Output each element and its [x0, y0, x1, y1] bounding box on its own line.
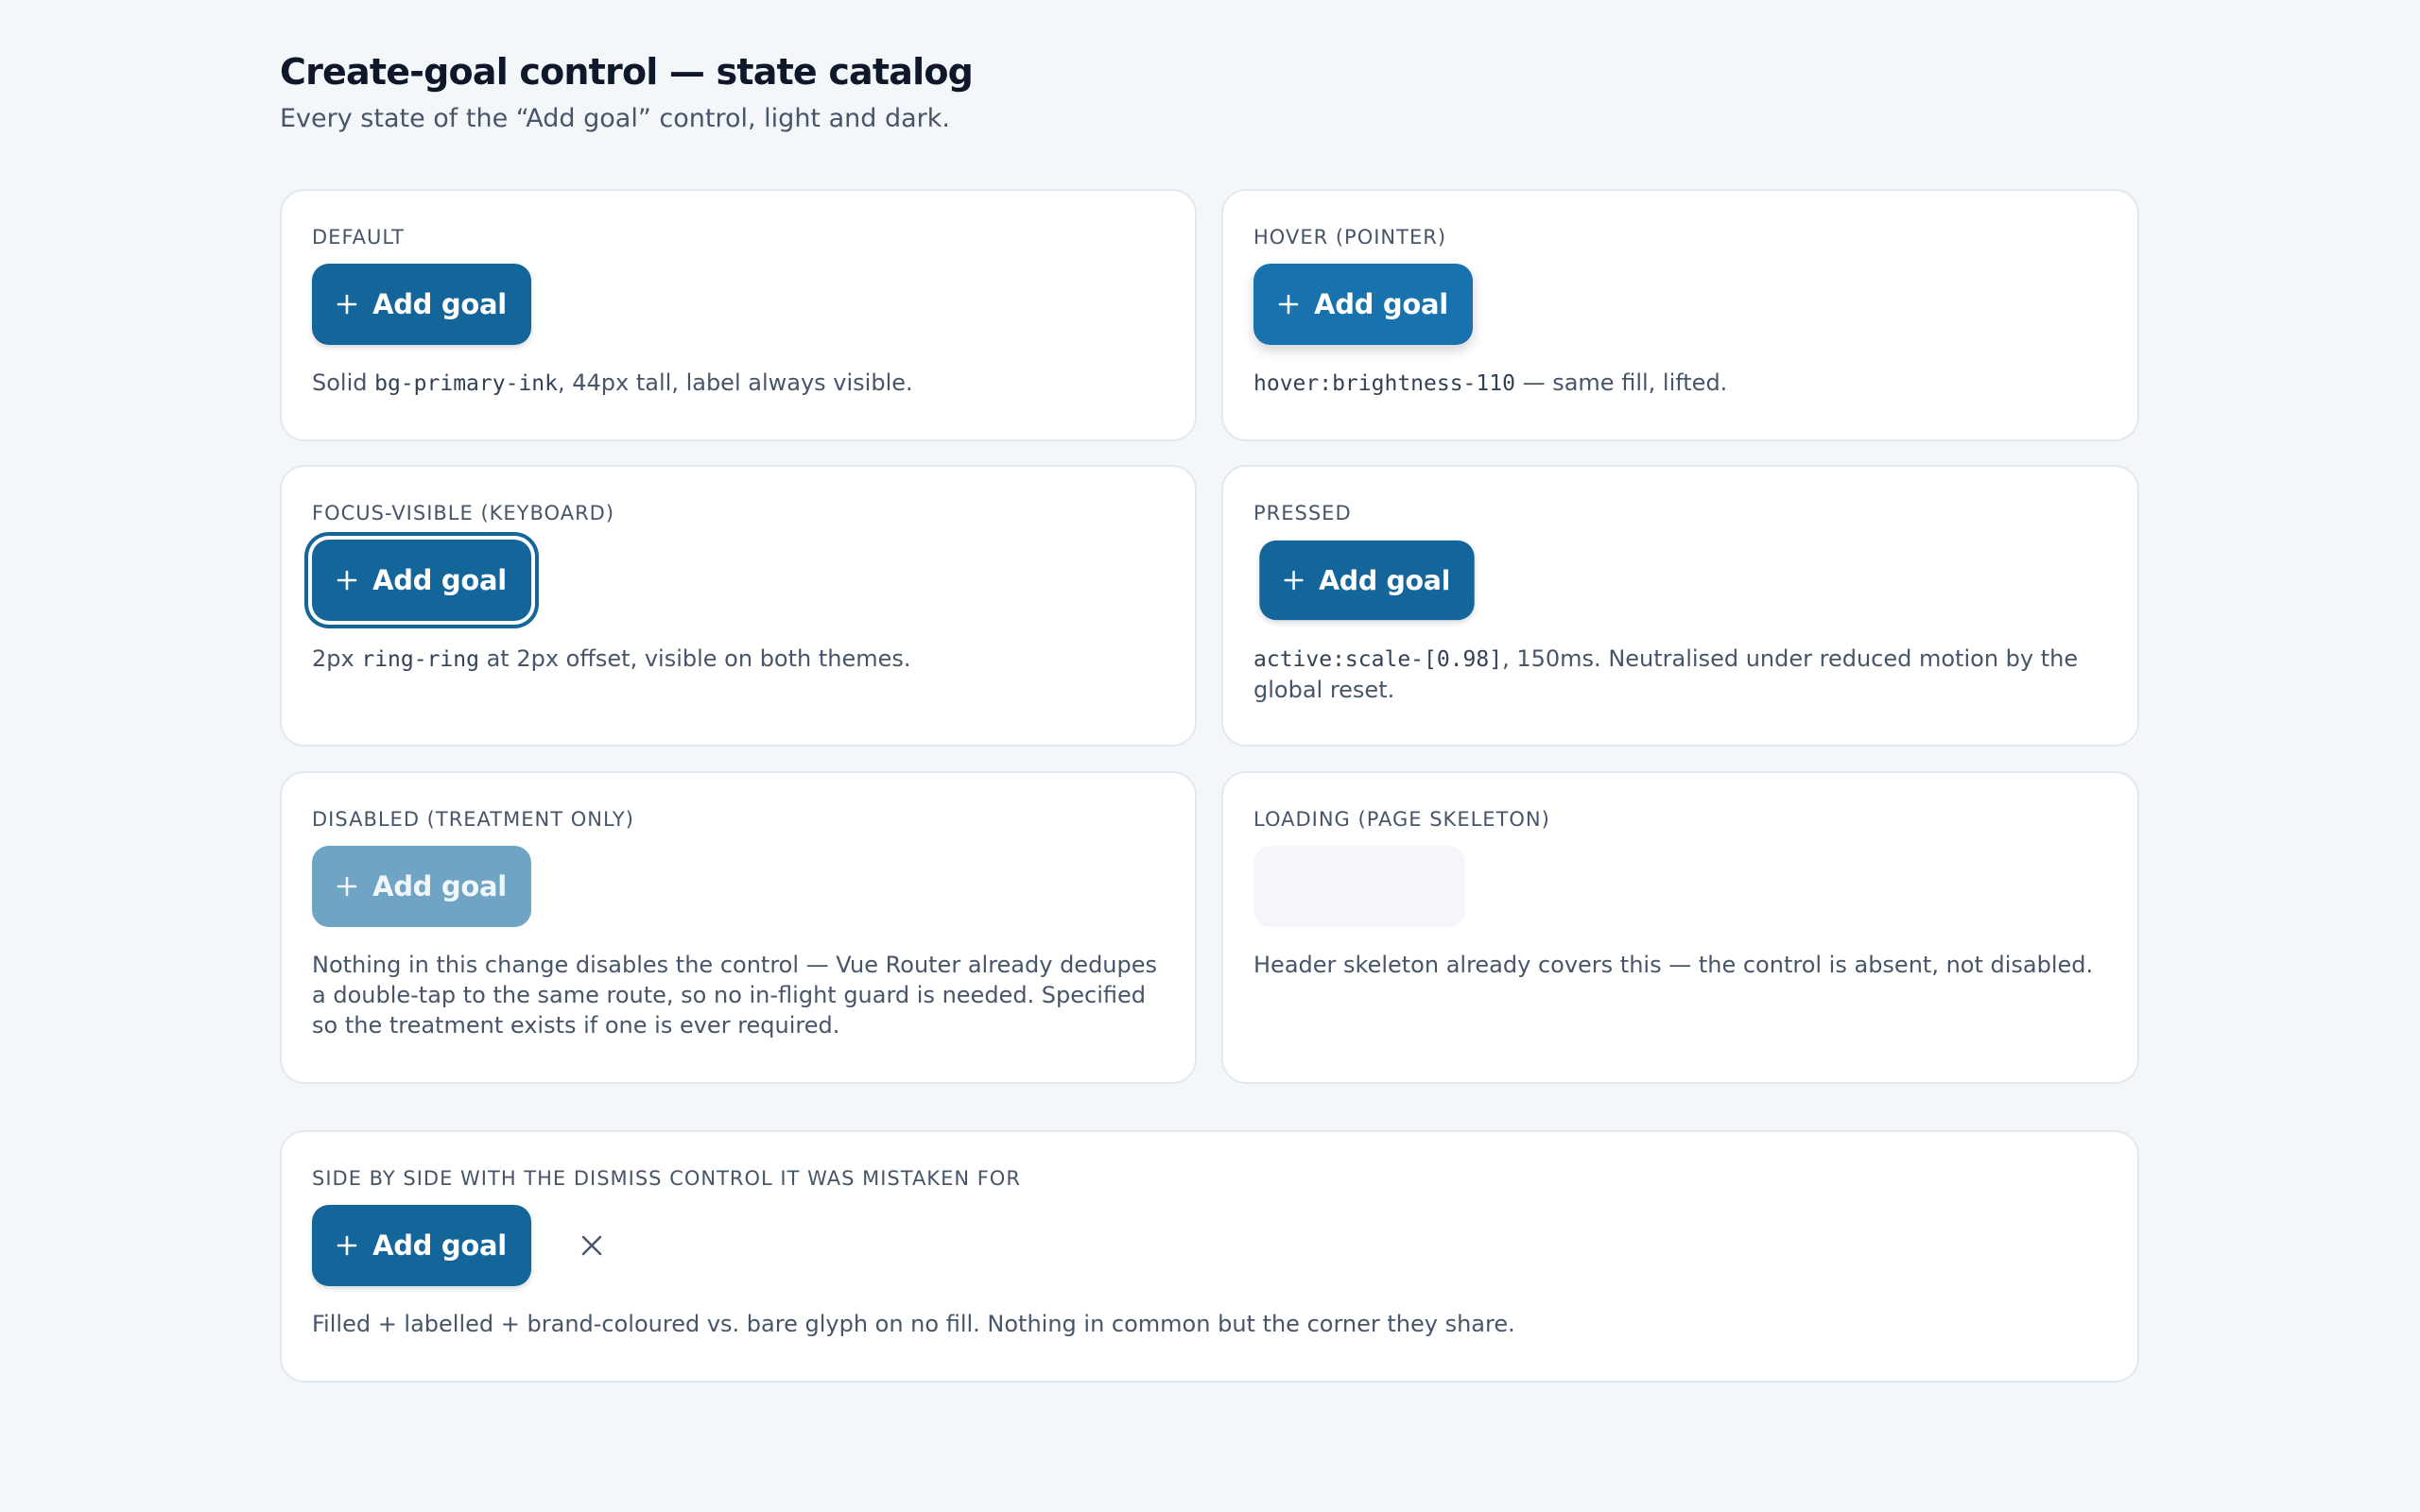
card-description: Nothing in this change disables the cont… [312, 952, 1158, 1039]
add-goal-button[interactable]: Add goal [312, 1205, 531, 1286]
plus-icon [337, 1235, 357, 1256]
code-token: ring-ring [361, 647, 479, 672]
button-label: Add goal [372, 1229, 507, 1262]
close-icon [581, 1235, 602, 1256]
page-subtitle: Every state of the “Add goal” control, l… [280, 104, 950, 133]
add-goal-button[interactable]: Add goal [312, 264, 531, 345]
desc-text: at 2px offset, visible on both themes. [478, 645, 911, 672]
plus-icon [1284, 570, 1304, 591]
card-label: PRESSED [1253, 502, 1352, 524]
card-comparison: SIDE BY SIDE WITH THE DISMISS CONTROL IT… [280, 1130, 2139, 1383]
card-pressed: PRESSED Add goal active:scale-[0.98], 15… [1221, 465, 2139, 747]
code-token: bg-primary-ink [374, 371, 558, 396]
button-label: Add goal [372, 288, 507, 320]
plus-icon [337, 570, 357, 591]
page: Create-goal control — state catalog Ever… [280, 47, 2139, 1383]
add-goal-button-focused[interactable]: Add goal [312, 540, 531, 621]
card-label: DEFAULT [312, 226, 405, 249]
card-description: 2px ring-ring at 2px offset, visible on … [312, 644, 1165, 675]
button-skeleton [1253, 846, 1465, 927]
add-goal-button-disabled: Add goal [312, 846, 531, 927]
desc-text: Solid [312, 369, 375, 396]
card-description: Header skeleton already covers this — th… [1253, 952, 2094, 978]
desc-text: — same fill, lifted. [1514, 369, 1728, 396]
card-disabled: DISABLED (TREATMENT ONLY) Add goal Nothi… [280, 771, 1197, 1084]
desc-text: 2px [312, 645, 362, 672]
button-label: Add goal [372, 564, 507, 596]
plus-icon [337, 876, 357, 897]
code-token: active:scale-[0.98] [1253, 647, 1503, 672]
add-goal-button-pressed[interactable]: Add goal [1259, 540, 1475, 621]
plus-icon [1278, 294, 1299, 315]
button-label: Add goal [372, 870, 507, 902]
add-goal-button-hover[interactable]: Add goal [1253, 264, 1473, 345]
card-description: Solid bg-primary-ink, 44px tall, label a… [312, 368, 1165, 399]
card-hover: HOVER (POINTER) Add goal hover:brightnes… [1221, 189, 2139, 441]
card-default: DEFAULT Add goal Solid bg-primary-ink, 4… [280, 189, 1197, 441]
dismiss-button[interactable] [571, 1225, 613, 1266]
button-label: Add goal [1314, 288, 1448, 320]
card-label: FOCUS-VISIBLE (KEYBOARD) [312, 502, 615, 524]
card-description: hover:brightness-110 — same fill, lifted… [1253, 368, 2107, 399]
card-description: active:scale-[0.98], 150ms. Neutralised … [1253, 644, 2107, 705]
card-label: HOVER (POINTER) [1253, 226, 1447, 249]
code-token: hover:brightness-110 [1253, 371, 1515, 396]
card-focus-visible: FOCUS-VISIBLE (KEYBOARD) Add goal 2px ri… [280, 465, 1197, 747]
desc-text: , 44px tall, label always visible. [558, 369, 913, 396]
card-loading: LOADING (PAGE SKELETON) Header skeleton … [1221, 771, 2139, 1084]
card-label: SIDE BY SIDE WITH THE DISMISS CONTROL IT… [312, 1167, 1021, 1190]
plus-icon [337, 294, 357, 315]
card-label: LOADING (PAGE SKELETON) [1253, 808, 1550, 831]
button-label: Add goal [1319, 564, 1451, 596]
page-title: Create-goal control — state catalog [280, 51, 974, 93]
card-description: Filled + labelled + brand-coloured vs. b… [312, 1311, 1515, 1337]
card-label: DISABLED (TREATMENT ONLY) [312, 808, 634, 831]
